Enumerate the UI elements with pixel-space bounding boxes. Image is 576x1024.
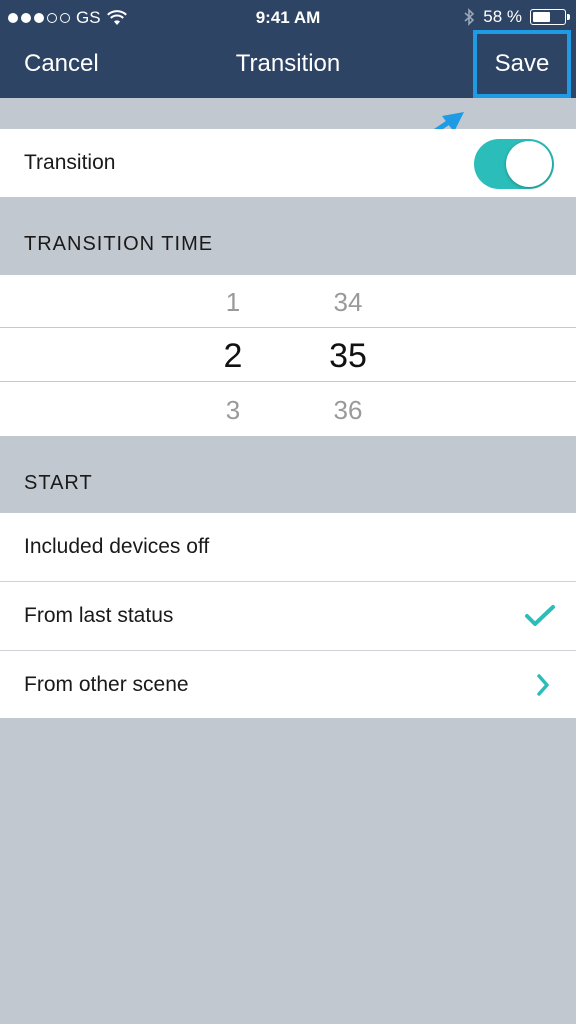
save-button-label: Save bbox=[494, 50, 550, 77]
transition-time-picker[interactable]: 1 2 3 34 35 36 bbox=[0, 275, 576, 436]
start-option-from-other-scene[interactable]: From other scene bbox=[0, 651, 576, 718]
battery-percent: 58 % bbox=[483, 7, 522, 26]
picker-col2-prev[interactable]: 34 bbox=[318, 287, 378, 318]
option-label: From last status bbox=[24, 604, 174, 627]
transition-time-header: TRANSITION TIME bbox=[24, 233, 214, 255]
toggle-knob bbox=[506, 141, 552, 187]
start-option-included-devices-off[interactable]: Included devices off bbox=[0, 513, 576, 581]
battery-icon bbox=[530, 9, 570, 25]
chevron-right-icon bbox=[537, 674, 549, 696]
status-bar: GS 9:41 AM 58 % bbox=[0, 0, 576, 34]
status-right: 58 % bbox=[463, 7, 570, 27]
picker-col1-next[interactable]: 3 bbox=[203, 395, 263, 426]
start-option-from-last-status[interactable]: From last status bbox=[0, 582, 576, 650]
start-header: START bbox=[24, 472, 93, 494]
picker-col1-prev[interactable]: 1 bbox=[203, 287, 263, 318]
transition-label: Transition bbox=[24, 151, 116, 174]
picker-col1-selected[interactable]: 2 bbox=[203, 337, 263, 376]
bluetooth-icon bbox=[464, 8, 475, 26]
option-label: Included devices off bbox=[24, 535, 210, 558]
option-label: From other scene bbox=[24, 672, 189, 696]
save-button[interactable]: Save bbox=[473, 30, 571, 98]
picker-col2-next[interactable]: 36 bbox=[318, 395, 378, 426]
picker-col2-selected[interactable]: 35 bbox=[318, 337, 378, 376]
navigation-bar: GS 9:41 AM 58 % Cancel Transition Save bbox=[0, 0, 576, 98]
transition-toggle[interactable] bbox=[474, 139, 554, 189]
checkmark-icon bbox=[525, 605, 555, 626]
transition-row: Transition bbox=[0, 129, 576, 197]
